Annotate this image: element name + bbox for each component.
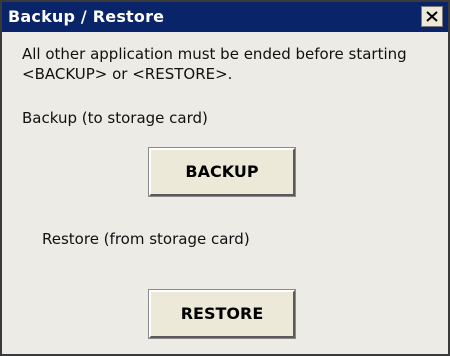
backup-restore-dialog: Backup / Restore All other application m… [0,0,450,356]
backup-button[interactable]: BACKUP [148,147,296,197]
restore-label: Restore (from storage card) [42,230,250,248]
instruction-message: All other application must be ended befo… [22,45,407,83]
restore-button[interactable]: RESTORE [148,289,296,339]
close-button[interactable] [421,6,443,27]
window-title: Backup / Restore [8,7,165,26]
close-icon [426,11,438,22]
title-bar: Backup / Restore [2,2,448,32]
backup-label: Backup (to storage card) [22,109,208,127]
